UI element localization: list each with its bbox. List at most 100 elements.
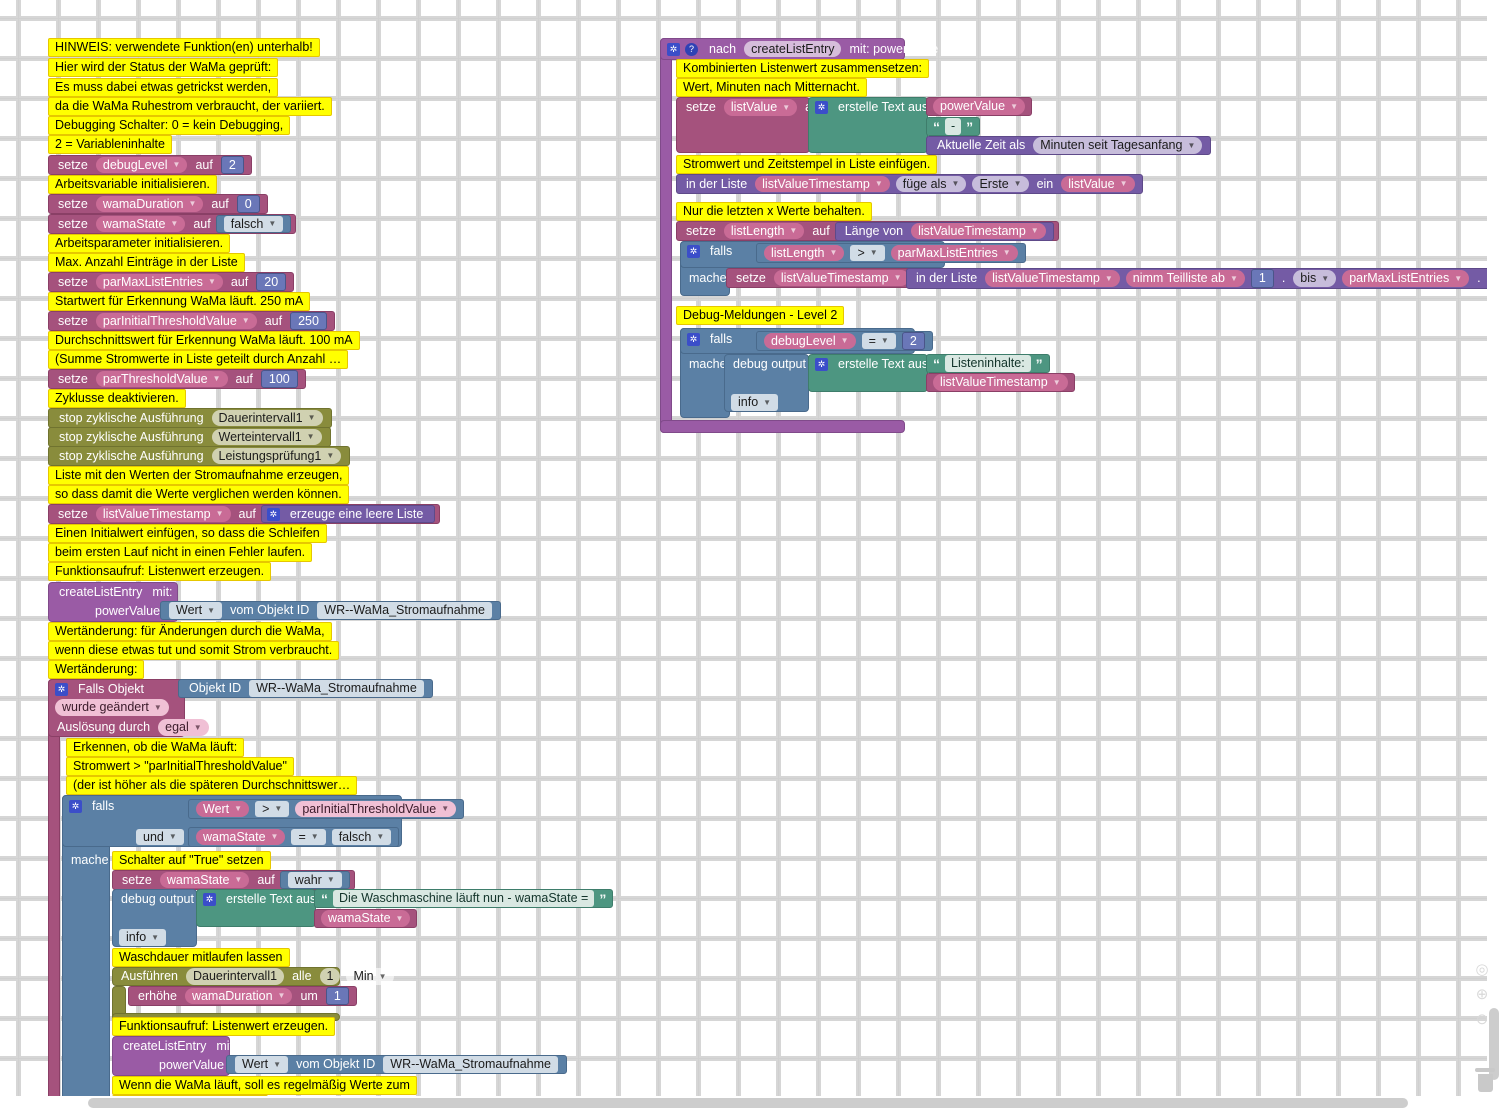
set-variable-debuglevel[interactable]: setze debugLevel ▼ auf 2 — [48, 155, 252, 175]
boolean-dropdown-falsch[interactable]: falsch ▼ — [223, 215, 284, 233]
help-icon[interactable]: ? — [685, 42, 698, 56]
trigger-dropdown[interactable]: egal ▼ — [158, 719, 209, 736]
variable-dropdown-listlength[interactable]: listLength ▼ — [764, 244, 845, 262]
trash-icon[interactable] — [1475, 1068, 1495, 1092]
procedure-name-field[interactable]: createListEntry — [744, 40, 842, 58]
comment-block[interactable]: HINWEIS: verwendete Funktion(en) unterha… — [48, 38, 320, 57]
comment-block[interactable]: (der ist höher als die späteren Durchsch… — [66, 776, 358, 795]
procedure-definition-foot[interactable] — [660, 420, 905, 433]
variable-dropdown-wamastate[interactable]: wamaState ▼ — [196, 828, 286, 846]
comparison-block-listlength[interactable]: listLength ▼ > ▼ parMaxListEntries ▼ — [756, 243, 1026, 263]
variable-dropdown-parinitialthresholdvalue[interactable]: parInitialThresholdValue ▼ — [295, 800, 457, 818]
insert-mode-dropdown[interactable]: füge als ▼ — [895, 175, 967, 193]
on-object-change-shell[interactable] — [48, 679, 60, 1110]
gear-icon[interactable]: ✲ — [55, 682, 68, 696]
number-value[interactable]: 20 — [256, 272, 287, 292]
comment-block[interactable]: Funktionsaufruf: Listenwert erzeugen. — [48, 562, 272, 581]
variable-dropdown-listvaluetimestamp[interactable]: listValueTimestamp ▼ — [985, 270, 1120, 287]
current-time-block[interactable]: Aktuelle Zeit als Minuten seit Tagesanfa… — [926, 136, 1212, 155]
on-change-trigger[interactable]: Auslösung durch egal ▼ — [52, 719, 212, 736]
comparison-block-1[interactable]: Wert ▼ > ▼ parInitialThresholdValue ▼ — [188, 799, 465, 819]
gear-icon[interactable]: ✲ — [69, 799, 82, 813]
number-value[interactable]: 1 — [1250, 269, 1274, 288]
value-kind-dropdown[interactable]: Wert ▼ — [235, 1056, 289, 1073]
comment-block[interactable]: Wertänderung: — [48, 660, 145, 679]
number-value[interactable]: 2 — [220, 155, 244, 175]
schedule-dropdown[interactable]: Dauerintervall1 ▼ — [211, 409, 323, 427]
comment-block[interactable]: Max. Anzahl Einträge in der Liste — [48, 253, 245, 272]
set-variable-wamaduration[interactable]: setze wamaDuration ▼ auf 0 — [48, 194, 268, 214]
variable-getter-listvaluetimestamp[interactable]: listValueTimestamp ▼ — [926, 373, 1075, 392]
stop-schedule-dauerintervall1[interactable]: stop zyklische Ausführung Dauerintervall… — [48, 408, 332, 428]
boolean-dropdown-falsch[interactable]: falsch ▼ — [331, 828, 392, 846]
variable-dropdown-listvaluetimestamp[interactable]: listValueTimestamp ▼ — [911, 222, 1046, 240]
object-id-selector[interactable]: Objekt ID WR--WaMa_Stromaufnahme — [178, 679, 433, 698]
comment-block[interactable]: Stromwert und Zeitstempel in Liste einfü… — [676, 155, 938, 174]
variable-dropdown-wamaduration[interactable]: wamaDuration ▼ — [95, 195, 204, 213]
comment-block[interactable]: Hier wird der Status der WaMa geprüft: — [48, 58, 279, 77]
variable-dropdown-listvaluetimestamp[interactable]: listValueTimestamp ▼ — [95, 505, 231, 523]
on-change-condition[interactable]: wurde geändert ▼ — [52, 699, 172, 716]
variable-dropdown-debuglevel[interactable]: debugLevel ▼ — [764, 332, 856, 350]
comment-block[interactable]: Liste mit den Werten der Stromaufnahme e… — [48, 466, 350, 485]
operator-dropdown-und[interactable]: und ▼ — [136, 828, 184, 846]
variable-dropdown-powervalue[interactable]: powerValue ▼ — [933, 98, 1026, 115]
procedure-definition-shell[interactable] — [660, 38, 672, 433]
variable-dropdown-parinitialthresholdvalue[interactable]: parInitialThresholdValue ▼ — [95, 312, 257, 330]
comment-block[interactable]: Schalter auf "True" setzen — [112, 851, 271, 870]
set-variable-parthresholdvalue[interactable]: setze parThresholdValue ▼ auf 100 — [48, 369, 306, 389]
text-value[interactable]: Die Waschmaschine läuft nun - wamaState … — [333, 890, 595, 907]
variable-dropdown-listvaluetimestamp[interactable]: listValueTimestamp ▼ — [755, 175, 890, 193]
get-object-value-block[interactable]: Wert ▼ vom Objekt ID WR--WaMa_Stromaufnah… — [160, 601, 501, 620]
comment-block[interactable]: Wenn die WaMa läuft, soll es regelmäßig … — [112, 1076, 417, 1095]
variable-dropdown-listvaluetimestamp[interactable]: listValueTimestamp ▼ — [773, 269, 909, 287]
comment-block[interactable]: Debug-Meldungen - Level 2 — [676, 306, 845, 325]
gear-icon[interactable]: ✲ — [815, 357, 828, 371]
variable-dropdown-wamastate[interactable]: wamaState ▼ — [159, 871, 250, 889]
logic-join-operator[interactable]: und ▼ — [133, 828, 187, 846]
variable-getter-powervalue[interactable]: powerValue ▼ — [926, 97, 1033, 116]
set-variable-listvaluetimestamp[interactable]: setze listValueTimestamp ▼ auf ✲ erzeuge … — [48, 504, 441, 524]
comment-block[interactable]: Zyklusse deaktivieren. — [48, 389, 186, 408]
interval-unit-dropdown[interactable]: Min ▼ — [346, 968, 394, 985]
number-value[interactable]: 100 — [260, 369, 298, 389]
text-string-block[interactable]: “ Listeninhalte: ” — [926, 354, 1050, 373]
comment-block[interactable]: Nur die letzten x Werte behalten. — [676, 202, 872, 221]
comment-block[interactable]: Wertänderung: für Änderungen durch die W… — [48, 622, 332, 641]
schedule-dropdown[interactable]: Werteintervall1 ▼ — [211, 428, 322, 446]
gear-icon[interactable]: ✲ — [266, 507, 280, 521]
gear-icon[interactable]: ✲ — [687, 245, 700, 258]
zoom-reset-icon[interactable]: ◎ — [1473, 961, 1491, 979]
sublist-block[interactable]: in der Liste listValueTimestamp ▼ nimm Te… — [906, 268, 1501, 289]
debug-level-row[interactable]: info ▼ — [728, 394, 781, 411]
operator-dropdown-gt[interactable]: > ▼ — [850, 244, 885, 262]
gear-icon[interactable]: ✲ — [687, 333, 700, 346]
variable-dropdown-parmaxlistentries[interactable]: parMaxListEntries ▼ — [1342, 270, 1470, 287]
comment-block[interactable]: Kombinierten Listenwert zusammensetzen: — [676, 59, 930, 78]
set-variable-wamastate[interactable]: setze wamaState ▼ auf falsch ▼ — [48, 214, 297, 234]
schedule-dropdown[interactable]: Leistungsprüfung1 ▼ — [211, 447, 342, 465]
variable-dropdown-wert[interactable]: Wert ▼ — [196, 800, 250, 818]
text-value[interactable]: - — [945, 118, 962, 135]
blockly-workspace[interactable]: HINWEIS: verwendete Funktion(en) unterha… — [0, 0, 1501, 1110]
variable-dropdown-parthresholdvalue[interactable]: parThresholdValue ▼ — [95, 370, 228, 388]
set-variable-parinitialthresholdvalue[interactable]: setze parInitialThresholdValue ▼ auf 250 — [48, 311, 335, 331]
time-format-dropdown[interactable]: Minuten seit Tagesanfang ▼ — [1033, 137, 1203, 154]
variable-dropdown-wamastate[interactable]: wamaState ▼ — [321, 910, 411, 927]
variable-dropdown-parmaxlistentries[interactable]: parMaxListEntries ▼ — [95, 273, 223, 291]
set-variable-parmaxlistentries[interactable]: setze parMaxListEntries ▼ auf 20 — [48, 272, 295, 292]
gear-icon[interactable]: ✲ — [815, 101, 828, 114]
text-value[interactable]: Listeninhalte: — [945, 355, 1031, 372]
comment-block[interactable]: Startwert für Erkennung WaMa läuft. 250 … — [48, 292, 311, 311]
object-id-field[interactable]: WR--WaMa_Stromaufnahme — [383, 1056, 558, 1073]
number-value[interactable]: 1 — [325, 986, 349, 1006]
comment-block[interactable]: Einen Initialwert einfügen, so dass die … — [48, 524, 327, 543]
text-string-separator[interactable]: “ - ” — [926, 117, 981, 136]
variable-dropdown-wamaduration[interactable]: wamaDuration ▼ — [184, 987, 293, 1005]
zoom-out-icon[interactable]: ⊖ — [1473, 1011, 1491, 1029]
comment-block[interactable]: Debugging Schalter: 0 = kein Debugging, — [48, 116, 291, 135]
operator-dropdown-eq[interactable]: = ▼ — [861, 332, 896, 350]
number-value[interactable]: 2 — [901, 331, 925, 351]
comment-block[interactable]: Es muss dabei etwas getrickst werden, — [48, 78, 279, 97]
value-kind-dropdown[interactable]: Wert ▼ — [169, 602, 223, 619]
